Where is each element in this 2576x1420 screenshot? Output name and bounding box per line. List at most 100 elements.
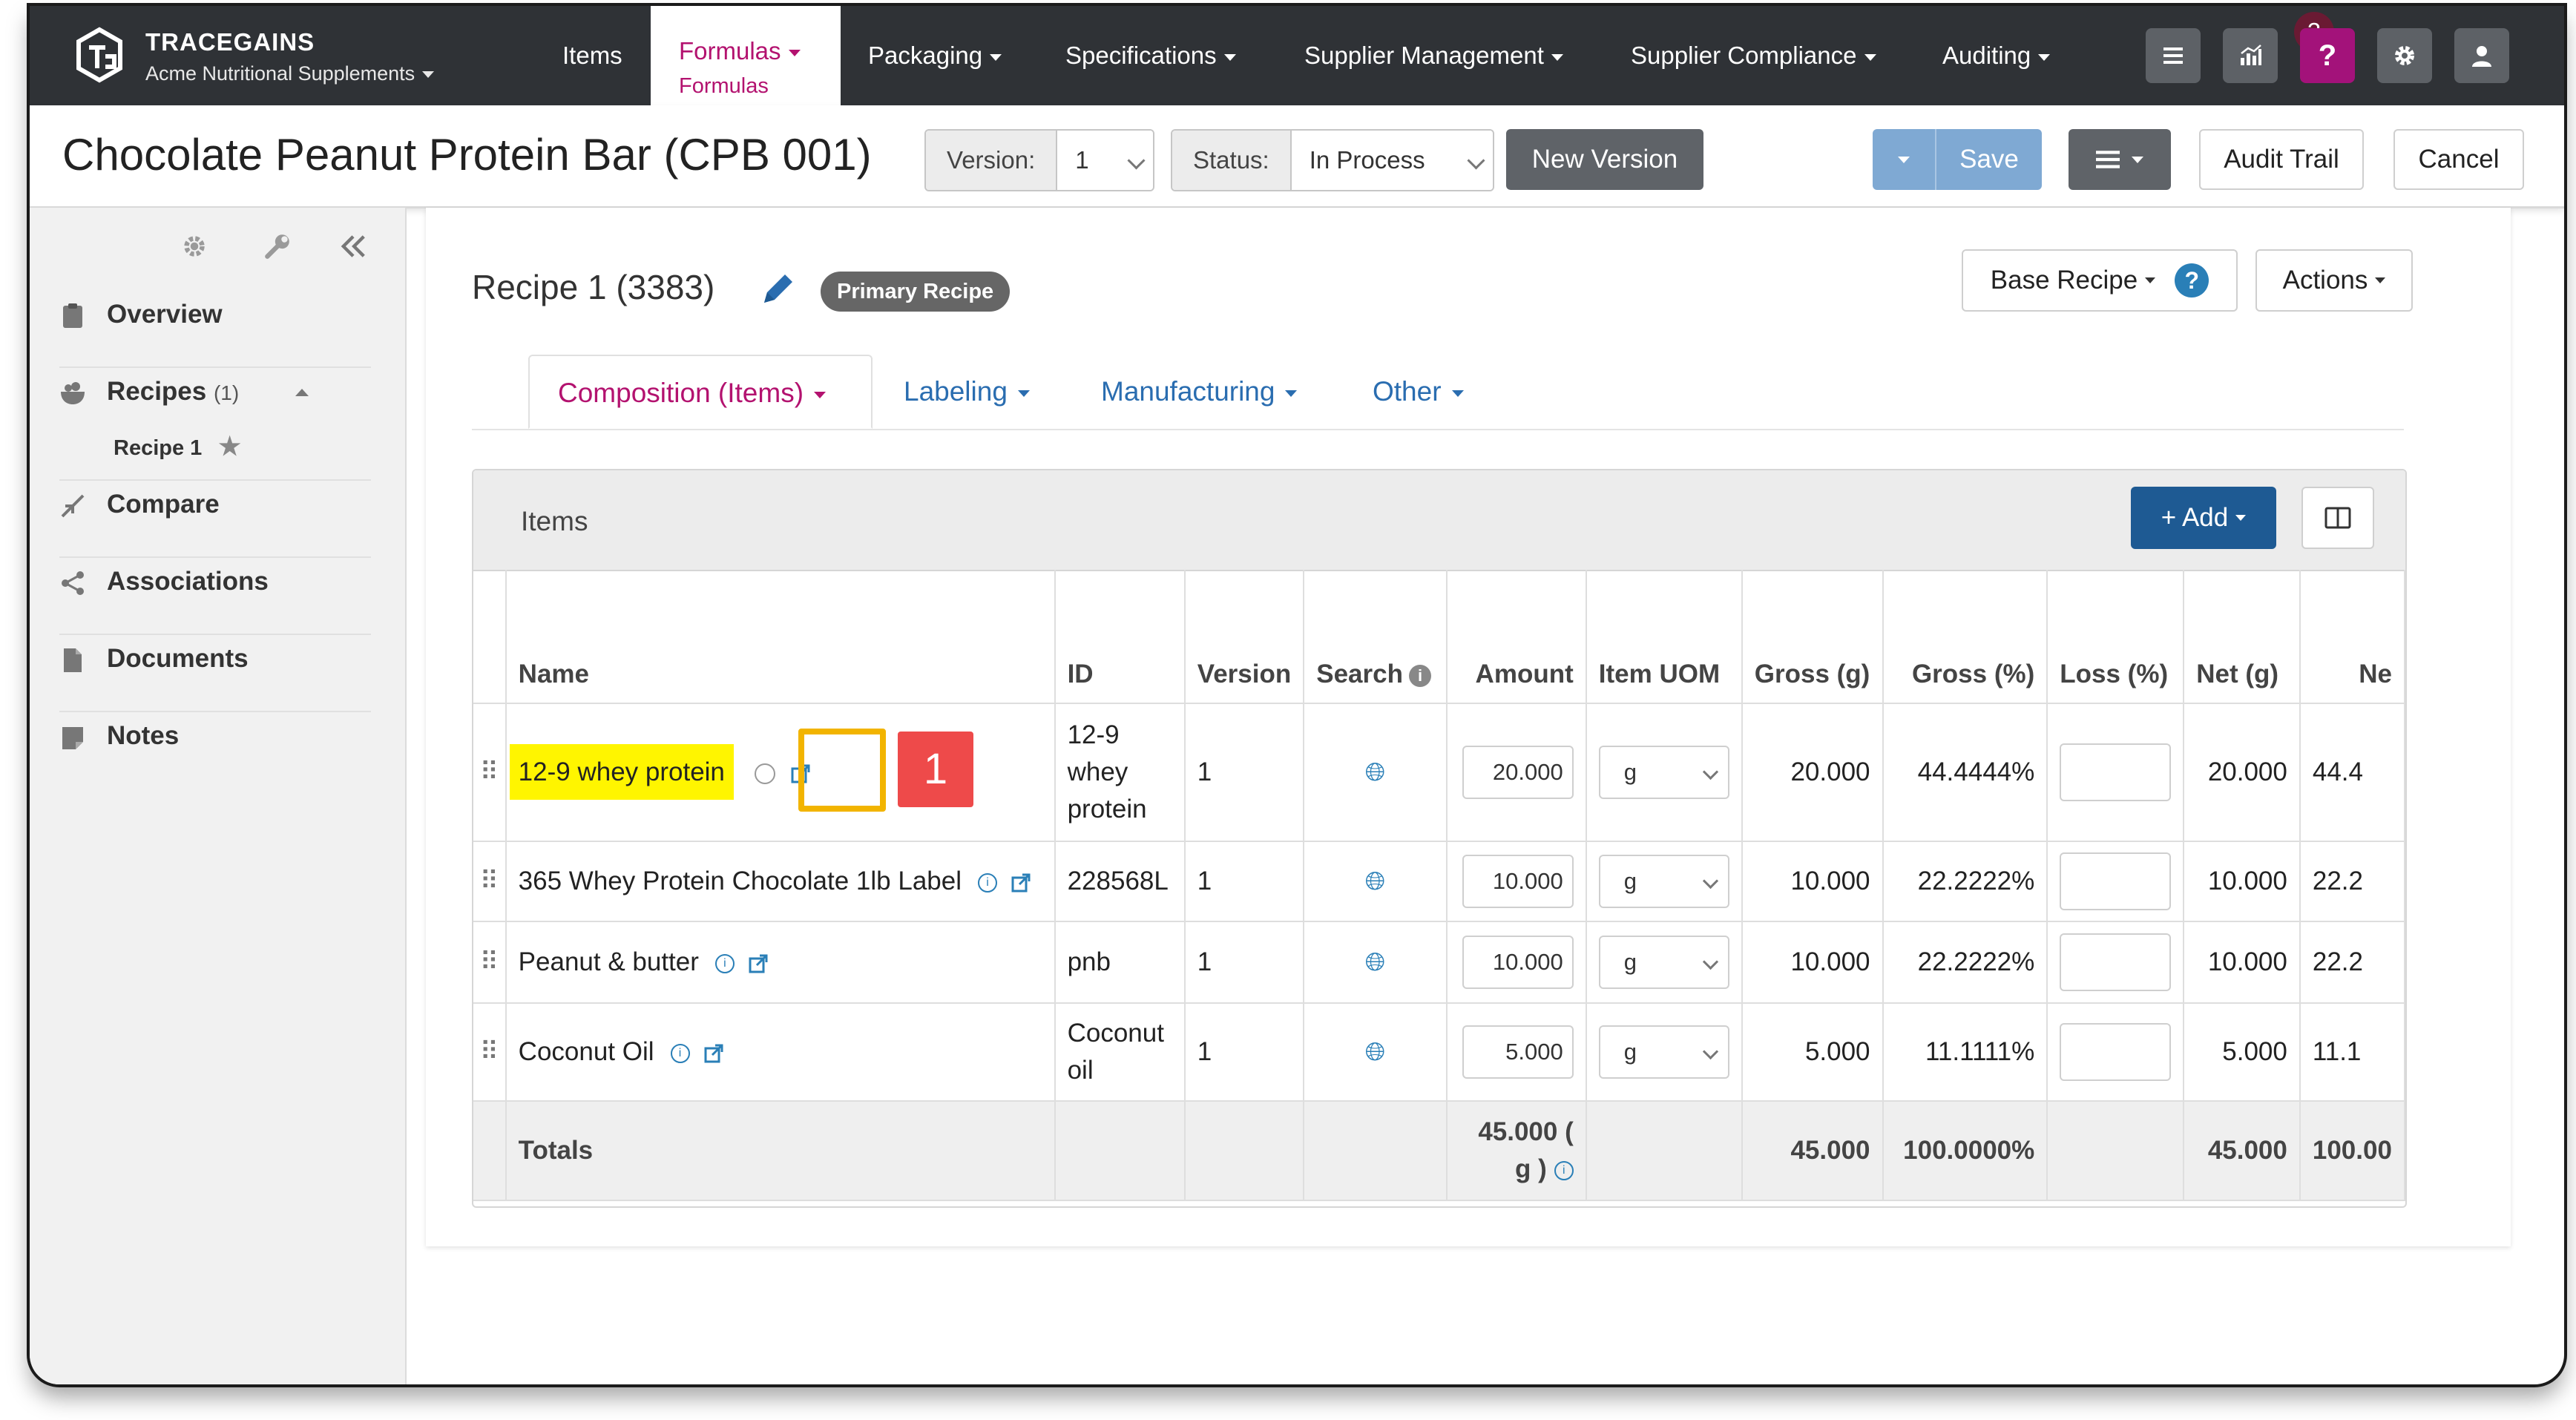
cancel-button[interactable]: Cancel [2393, 129, 2524, 190]
status-value[interactable]: In Process [1291, 131, 1493, 190]
columns-toggle-button[interactable] [2301, 487, 2374, 549]
sidebar-item-recipes[interactable]: Recipes (1) [59, 368, 371, 481]
nav-specifications[interactable]: Specifications [1065, 6, 1236, 105]
status-value-text: In Process [1309, 146, 1425, 174]
info-icon[interactable]: i [714, 953, 735, 973]
drag-handle-icon[interactable]: ⠿ [473, 1003, 507, 1102]
caret-down-icon [2145, 277, 2156, 283]
tab-labeling[interactable]: Labeling [904, 355, 1030, 429]
nav-supplier-compliance[interactable]: Supplier Compliance [1631, 6, 1876, 105]
uom-value: g [1623, 949, 1637, 975]
amount-input[interactable]: 10.000 [1462, 855, 1574, 908]
edit-pencil-icon[interactable] [758, 269, 798, 309]
drag-handle-icon[interactable]: ⠿ [473, 921, 507, 1004]
analytics-button[interactable] [2223, 28, 2278, 83]
gross-g-cell: 10.000 [1741, 921, 1884, 1004]
user-button[interactable] [2454, 28, 2509, 83]
org-switcher[interactable]: Acme Nutritional Supplements [145, 62, 435, 85]
item-name-link[interactable]: Peanut & butter [519, 947, 699, 976]
sidebar-item-overview[interactable]: Overview [59, 291, 371, 368]
loss-input[interactable] [2060, 743, 2172, 801]
status-select[interactable]: Status: In Process [1171, 129, 1494, 191]
uom-select[interactable]: g [1598, 1025, 1729, 1079]
save-button[interactable]: Save [1936, 145, 2042, 174]
loss-input[interactable] [2060, 1023, 2172, 1081]
globe-icon[interactable]: 🌐︎ [1365, 758, 1385, 786]
drag-handle-icon[interactable]: ⠿ [473, 703, 507, 842]
uom-select[interactable]: g [1598, 855, 1729, 908]
nav-packaging[interactable]: Packaging [868, 6, 1002, 105]
info-icon[interactable]: i [1554, 1160, 1574, 1180]
uom-select[interactable]: g [1598, 936, 1729, 989]
column-header-name[interactable]: Name [505, 570, 1056, 704]
loss-input[interactable] [2060, 852, 2172, 910]
tracegains-logo-icon[interactable] [73, 27, 126, 83]
chevron-down-icon [1702, 953, 1718, 970]
save-button-group[interactable]: Save [1873, 129, 2042, 190]
external-link-icon[interactable] [748, 953, 769, 974]
actions-button[interactable]: Actions [2255, 249, 2413, 312]
info-icon[interactable]: i [670, 1043, 690, 1063]
tab-other[interactable]: Other [1373, 355, 1464, 429]
external-link-icon[interactable] [703, 1043, 724, 1064]
sidebar-item-compare[interactable]: Compare [59, 481, 371, 558]
chevron-down-icon [1127, 151, 1146, 170]
wrench-icon[interactable] [263, 231, 292, 261]
column-header-version[interactable]: Version [1184, 570, 1305, 704]
audit-trail-button[interactable]: Audit Trail [2199, 129, 2364, 190]
amount-input[interactable]: 20.000 [1462, 746, 1574, 799]
nav-supplier-management[interactable]: Supplier Management [1304, 6, 1563, 105]
info-icon[interactable]: i [978, 872, 997, 893]
loss-input[interactable] [2060, 933, 2172, 991]
menu-button[interactable] [2146, 28, 2201, 83]
info-icon[interactable]: i [1409, 664, 1431, 687]
version-value-text: 1 [1075, 146, 1089, 174]
tab-manufacturing[interactable]: Manufacturing [1101, 355, 1298, 429]
column-header-id[interactable]: ID [1054, 570, 1186, 704]
column-header-net-g[interactable]: Net (g) [2184, 570, 2301, 704]
settings-button[interactable] [2377, 28, 2432, 83]
sidebar-item-label: Overview [107, 300, 223, 329]
collapse-sidebar-icon[interactable] [337, 230, 369, 263]
sidebar-subitem-recipe-1[interactable]: Recipe 1 ★ [114, 432, 241, 461]
item-name-link[interactable]: 365 Whey Protein Chocolate 1lb Label [519, 867, 962, 895]
help-circle-icon[interactable]: ? [2175, 263, 2209, 298]
info-icon[interactable] [754, 763, 775, 784]
sidebar-item-label: Associations [107, 567, 269, 596]
column-header-item-uom[interactable]: Item UOM [1586, 570, 1743, 704]
nav-auditing[interactable]: Auditing [1942, 6, 2051, 105]
external-link-icon[interactable] [1011, 872, 1031, 893]
tab-composition-items[interactable]: Composition (Items) [528, 355, 873, 429]
amount-input[interactable]: 5.000 [1462, 1025, 1574, 1079]
version-select[interactable]: Version: 1 [924, 129, 1154, 191]
column-header-amount[interactable]: Amount [1446, 570, 1587, 704]
sidebar-item-notes[interactable]: Notes [59, 712, 371, 788]
nav-items[interactable]: Items [562, 6, 622, 105]
add-item-button[interactable]: + Add [2131, 487, 2276, 549]
more-menu-button[interactable] [2069, 129, 2171, 190]
uom-select[interactable]: g [1598, 746, 1729, 799]
sidebar-item-documents[interactable]: Documents [59, 635, 371, 712]
globe-icon[interactable]: 🌐︎ [1365, 948, 1385, 976]
nav-formulas[interactable]: Formulas Formulas [651, 6, 841, 105]
column-header-net-pct[interactable]: Ne [2299, 570, 2405, 704]
item-name-link[interactable]: Coconut Oil [519, 1037, 654, 1066]
amount-input[interactable]: 10.000 [1462, 936, 1574, 989]
globe-icon[interactable]: 🌐︎ [1365, 867, 1385, 895]
column-header-gross-pct[interactable]: Gross (%) [1882, 570, 2048, 704]
version-value[interactable]: 1 [1057, 131, 1153, 190]
item-name-link[interactable]: 12-9 whey protein [509, 744, 734, 800]
column-header-loss-pct[interactable]: Loss (%) [2047, 570, 2185, 704]
help-button[interactable]: ? [2300, 28, 2355, 83]
new-version-button[interactable]: New Version [1506, 129, 1703, 190]
save-dropdown-toggle[interactable] [1873, 129, 1936, 190]
column-header-gross-g[interactable]: Gross (g) [1741, 570, 1884, 704]
gross-pct-cell: 44.4444% [1882, 703, 2048, 842]
sidebar-item-associations[interactable]: Associations [59, 558, 371, 635]
collapse-caret-icon[interactable] [295, 389, 309, 396]
column-header-search[interactable]: Search i [1304, 570, 1448, 704]
drag-handle-icon[interactable]: ⠿ [473, 841, 507, 922]
base-recipe-button[interactable]: Base Recipe ? [1962, 249, 2238, 312]
globe-icon[interactable]: 🌐︎ [1365, 1038, 1385, 1066]
gear-icon[interactable] [180, 231, 209, 261]
